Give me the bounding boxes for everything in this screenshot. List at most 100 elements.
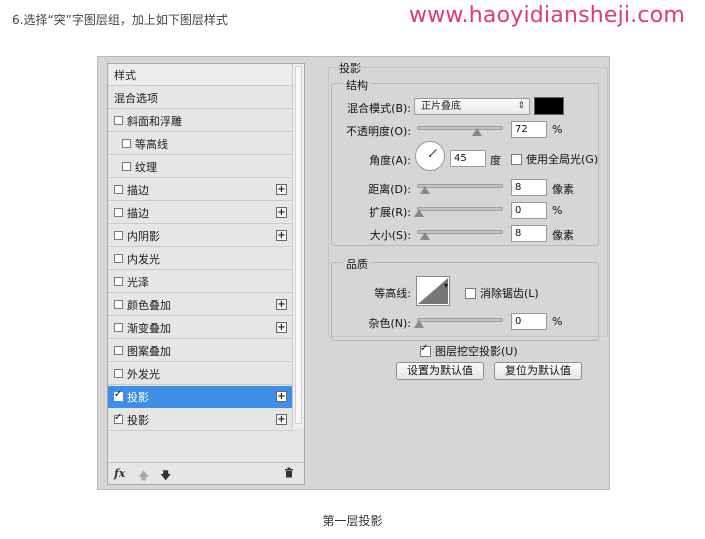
style-checkbox[interactable] — [122, 139, 131, 148]
style-checkbox[interactable] — [114, 300, 123, 309]
style-list-item[interactable]: 投影 + — [108, 386, 293, 408]
list-scrollbar-thumb[interactable] — [295, 66, 302, 424]
style-item-label: 纹理 — [135, 160, 157, 174]
contour-dropdown-icon[interactable]: ▾ — [444, 281, 448, 290]
style-list-item[interactable]: 内发光 — [108, 248, 293, 270]
style-checkbox[interactable] — [114, 412, 123, 424]
style-list-item[interactable]: 斜面和浮雕 — [108, 110, 293, 132]
shadow-color-swatch[interactable] — [534, 97, 564, 115]
global-light-checkbox[interactable]: 使用全局光(G) — [511, 151, 598, 167]
style-list-item[interactable]: 描边 + — [108, 179, 293, 201]
global-light-box[interactable] — [511, 153, 522, 165]
distance-input[interactable]: 8 — [511, 179, 547, 196]
style-checkbox[interactable] — [114, 369, 123, 378]
add-icon[interactable]: + — [276, 414, 287, 425]
style-list-item[interactable]: 光泽 — [108, 271, 293, 293]
size-input[interactable]: 8 — [511, 225, 547, 242]
size-slider-knob[interactable] — [420, 232, 430, 240]
blend-mode-value: 正片叠底 — [421, 101, 461, 112]
style-list-item[interactable]: 内阴影 + — [108, 225, 293, 247]
image-caption: 第一层投影 — [322, 514, 383, 528]
style-item-label: 等高线 — [135, 137, 168, 151]
style-list-item[interactable]: 纹理 — [108, 156, 293, 178]
size-label: 大小(S): — [369, 229, 411, 242]
distance-label: 距离(D): — [368, 183, 411, 196]
distance-slider[interactable] — [417, 184, 503, 194]
style-checkbox[interactable] — [114, 254, 123, 263]
layer-style-dialog: 样式 混合选项 斜面和浮雕 等高线 纹理 描边 + 描边 + 内阴影 + 内发光 光泽 颜色叠加 + 渐变叠加… — [97, 56, 610, 490]
global-light-label: 使用全局光(G) — [526, 153, 599, 166]
opacity-slider-knob[interactable] — [472, 128, 482, 136]
size-unit: 像素 — [552, 229, 574, 242]
anti-alias-checkbox[interactable]: 消除锯齿(L) — [465, 285, 539, 301]
style-checkbox[interactable] — [114, 116, 123, 125]
add-icon[interactable]: + — [276, 391, 287, 402]
add-icon[interactable]: + — [276, 184, 287, 195]
spread-label: 扩展(R): — [369, 206, 411, 219]
reset-default-button[interactable]: 复位为默认值 — [494, 362, 582, 380]
style-item-label: 渐变叠加 — [127, 321, 171, 335]
opacity-label: 不透明度(O): — [346, 125, 411, 138]
knockout-box[interactable] — [420, 343, 431, 357]
style-list-item[interactable]: 等高线 — [108, 133, 293, 155]
add-icon[interactable]: + — [276, 299, 287, 310]
noise-slider[interactable] — [414, 318, 503, 328]
spread-input[interactable]: 0 — [511, 202, 547, 219]
size-slider[interactable] — [417, 230, 503, 240]
noise-input[interactable]: 0 — [511, 313, 547, 330]
angle-dial[interactable] — [415, 141, 445, 171]
list-scrollbar[interactable] — [292, 64, 304, 428]
opacity-slider[interactable] — [417, 126, 503, 136]
spread-slider-knob[interactable] — [414, 209, 424, 217]
anti-alias-box[interactable] — [465, 287, 476, 299]
distance-unit: 像素 — [552, 183, 574, 196]
arrow-down-icon[interactable]: 🡇 — [160, 467, 171, 486]
distance-slider-knob[interactable] — [420, 186, 430, 194]
style-item-label: 内阴影 — [127, 229, 160, 243]
add-icon[interactable]: + — [276, 207, 287, 218]
style-checkbox[interactable] — [114, 231, 123, 240]
quality-legend: 品质 — [343, 256, 371, 272]
blend-mode-select[interactable]: 正片叠底 ⇕ — [414, 98, 530, 115]
knockout-label: 图层挖空投影(U) — [435, 345, 518, 358]
angle-label: 角度(A): — [369, 154, 411, 167]
add-icon[interactable]: + — [276, 322, 287, 333]
set-default-button[interactable]: 设置为默认值 — [396, 362, 484, 380]
style-list-item[interactable]: 外发光 — [108, 363, 293, 385]
style-checkbox[interactable] — [114, 323, 123, 332]
style-item-label: 投影 — [127, 390, 149, 404]
select-arrow-icon: ⇕ — [517, 101, 525, 111]
contour-label: 等高线: — [374, 287, 411, 300]
style-checkbox[interactable] — [114, 277, 123, 286]
style-item-label: 内发光 — [127, 252, 160, 266]
style-checkbox[interactable] — [114, 185, 123, 194]
style-list-footer: fx 🡅 🡇 — [108, 462, 304, 484]
style-list-item[interactable]: 描边 + — [108, 202, 293, 224]
style-checkbox[interactable] — [114, 346, 123, 355]
style-list-item[interactable]: 混合选项 — [108, 87, 293, 109]
anti-alias-label: 消除锯齿(L) — [480, 287, 539, 300]
style-item-label: 光泽 — [127, 275, 149, 289]
arrow-up-icon[interactable]: 🡅 — [138, 467, 149, 486]
opacity-input[interactable]: 72 — [511, 121, 547, 138]
style-list-item[interactable]: 颜色叠加 + — [108, 294, 293, 316]
angle-unit: 度 — [490, 154, 501, 167]
noise-slider-knob[interactable] — [414, 320, 424, 328]
spread-unit: % — [552, 204, 563, 217]
style-list-item[interactable]: 渐变叠加 + — [108, 317, 293, 339]
fx-icon[interactable]: fx — [114, 467, 125, 480]
angle-input[interactable]: 45 — [450, 150, 486, 167]
style-checkbox[interactable] — [114, 389, 123, 401]
knockout-checkbox[interactable]: 图层挖空投影(U) — [420, 343, 518, 359]
add-icon[interactable]: + — [276, 230, 287, 241]
style-checkbox[interactable] — [122, 162, 131, 171]
style-checkbox[interactable] — [114, 208, 123, 217]
spread-slider[interactable] — [414, 207, 503, 217]
style-item-label: 图案叠加 — [127, 344, 171, 358]
style-list-item[interactable]: 投影 + — [108, 409, 293, 431]
style-list-item[interactable]: 图案叠加 — [108, 340, 293, 362]
structure-legend: 结构 — [343, 77, 371, 93]
trash-icon[interactable] — [284, 467, 294, 481]
blend-mode-label: 混合模式(B): — [347, 102, 411, 115]
style-item-label: 描边 — [127, 183, 149, 197]
